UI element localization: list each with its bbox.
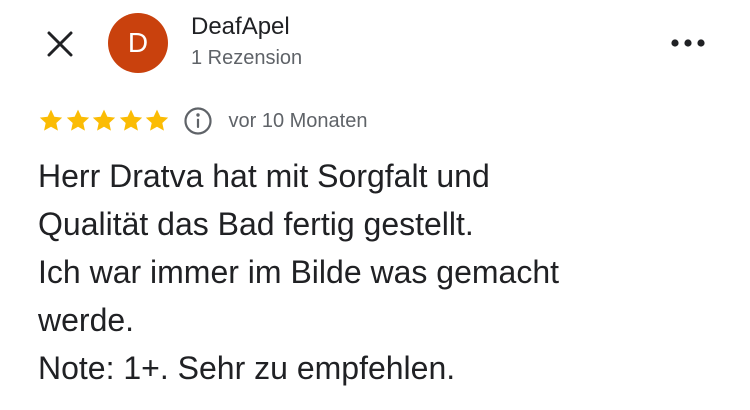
review-text-line: werde.	[38, 302, 135, 338]
avatar[interactable]: D	[108, 13, 168, 73]
review-date: vor 10 Monaten	[228, 109, 368, 132]
star-icon	[39, 109, 63, 131]
review-text-line: Herr Dratva hat mit Sorgfalt und	[38, 158, 490, 194]
avatar-initial: D	[127, 27, 149, 58]
close-icon	[47, 31, 73, 57]
review-text-line: Note: 1+. Sehr zu empfehlen.	[38, 350, 456, 386]
reviewer-review-count: 1 Rezension	[191, 47, 303, 69]
info-icon[interactable]	[183, 106, 213, 136]
star-icon	[92, 109, 116, 131]
review-text-line: Ich war immer im Bilde was gemacht	[38, 254, 560, 290]
star-icon	[66, 109, 89, 131]
more-options-button[interactable]	[666, 28, 710, 58]
star-icon	[119, 109, 142, 131]
star-icon	[145, 109, 169, 131]
review-text-line: Qualität das Bad fertig gestellt.	[38, 206, 474, 242]
reviewer-name[interactable]: DeafApel	[191, 13, 290, 41]
close-button[interactable]	[44, 28, 76, 60]
star-rating	[38, 108, 171, 134]
review-text: Herr Dratva hat mit Sorgfalt und Qualitä…	[38, 152, 728, 392]
more-horizontal-icon	[671, 39, 705, 47]
rating-row: vor 10 Monaten	[38, 106, 367, 136]
